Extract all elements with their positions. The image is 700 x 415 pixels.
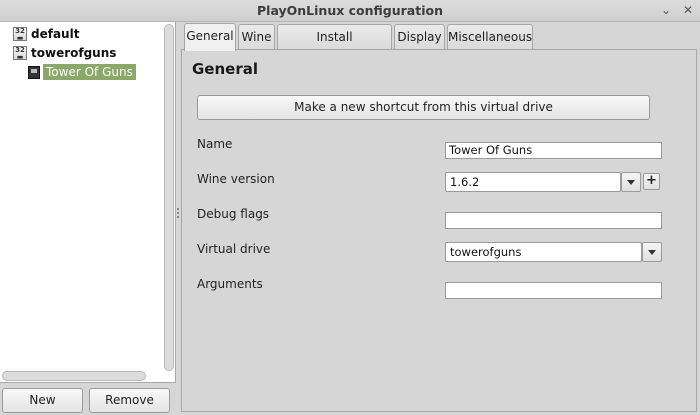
arguments-field[interactable] bbox=[445, 282, 662, 299]
add-wine-version-button[interactable]: + bbox=[643, 173, 660, 190]
wine-prefix-icon: 32 ▬ bbox=[13, 27, 27, 42]
tree-item-label-selected: Tower Of Guns bbox=[43, 64, 136, 80]
wine-prefix-icon: 32 ▬ bbox=[13, 46, 27, 61]
tree-item-label: towerofguns bbox=[31, 46, 117, 60]
tab-bar: General Wine Install components Display … bbox=[181, 22, 700, 68]
tree-vertical-scrollbar[interactable] bbox=[164, 24, 174, 371]
tab-miscellaneous[interactable]: Miscellaneous bbox=[447, 24, 533, 50]
tree-item-default[interactable]: 32 ▬ default bbox=[13, 25, 79, 43]
close-icon[interactable]: ✕ bbox=[680, 2, 696, 18]
tree-item-tower-of-guns[interactable]: Tower Of Guns bbox=[28, 63, 136, 81]
title-bar: PlayOnLinux configuration ⌄ ✕ bbox=[0, 0, 700, 22]
splitter-grip bbox=[177, 212, 179, 214]
minimize-icon[interactable]: ⌄ bbox=[658, 2, 674, 18]
debug-flags-field[interactable] bbox=[445, 212, 662, 229]
tab-wine[interactable]: Wine bbox=[238, 24, 275, 50]
panel-heading: General bbox=[192, 60, 258, 78]
app-shortcut-icon bbox=[28, 65, 40, 79]
window-title: PlayOnLinux configuration bbox=[257, 3, 443, 18]
tab-general[interactable]: General bbox=[184, 23, 236, 51]
name-field[interactable]: Tower Of Guns bbox=[445, 142, 662, 159]
make-shortcut-button[interactable]: Make a new shortcut from this virtual dr… bbox=[197, 95, 650, 120]
debug-flags-label: Debug flags bbox=[197, 207, 270, 221]
tree-item-towerofguns[interactable]: 32 ▬ towerofguns bbox=[13, 44, 116, 62]
virtual-drive-label: Virtual drive bbox=[197, 242, 271, 256]
new-button[interactable]: New bbox=[2, 388, 83, 413]
virtual-drive-select[interactable]: towerofguns bbox=[445, 242, 642, 262]
tab-display[interactable]: Display bbox=[394, 24, 445, 50]
arguments-label: Arguments bbox=[197, 277, 263, 291]
general-panel: General Make a new shortcut from this vi… bbox=[181, 49, 697, 412]
tab-install-components[interactable]: Install components bbox=[277, 24, 392, 68]
wine-version-select[interactable]: 1.6.2 bbox=[445, 172, 621, 192]
name-label: Name bbox=[197, 137, 233, 151]
splitter-grip bbox=[177, 216, 179, 218]
wine-version-label: Wine version bbox=[197, 172, 275, 186]
chevron-down-icon[interactable] bbox=[621, 172, 641, 192]
tree-horizontal-scrollbar[interactable] bbox=[2, 371, 146, 381]
splitter-grip bbox=[177, 208, 179, 210]
chevron-down-icon[interactable] bbox=[642, 242, 662, 262]
prefix-tree[interactable]: 32 ▬ default 32 ▬ towerofguns Tower Of Gun… bbox=[0, 22, 176, 383]
remove-button[interactable]: Remove bbox=[89, 388, 170, 413]
tree-item-label: default bbox=[31, 27, 80, 41]
